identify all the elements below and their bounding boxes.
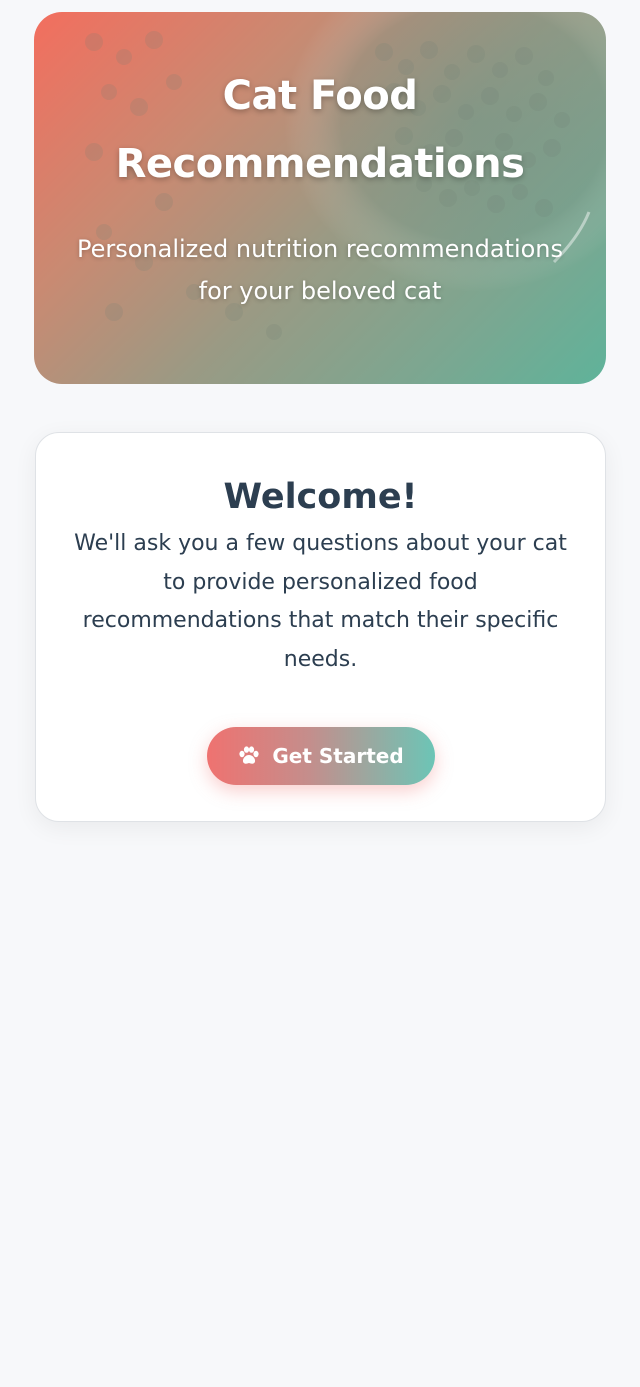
paw-icon [239,746,259,764]
hero-content: Cat Food Recommendations Personalized nu… [34,12,606,384]
welcome-description: We'll ask you a few questions about your… [74,531,567,672]
hero-title: Cat Food Recommendations [115,73,525,187]
hero-banner: Cat Food Recommendations Personalized nu… [34,12,606,384]
get-started-label: Get Started [272,744,404,768]
welcome-card: Welcome! We'll ask you a few questions a… [35,432,606,822]
hero-subtitle: Personalized nutrition recommendations f… [76,235,564,305]
welcome-title: Welcome! [223,477,418,517]
get-started-button[interactable]: Get Started [207,727,435,785]
